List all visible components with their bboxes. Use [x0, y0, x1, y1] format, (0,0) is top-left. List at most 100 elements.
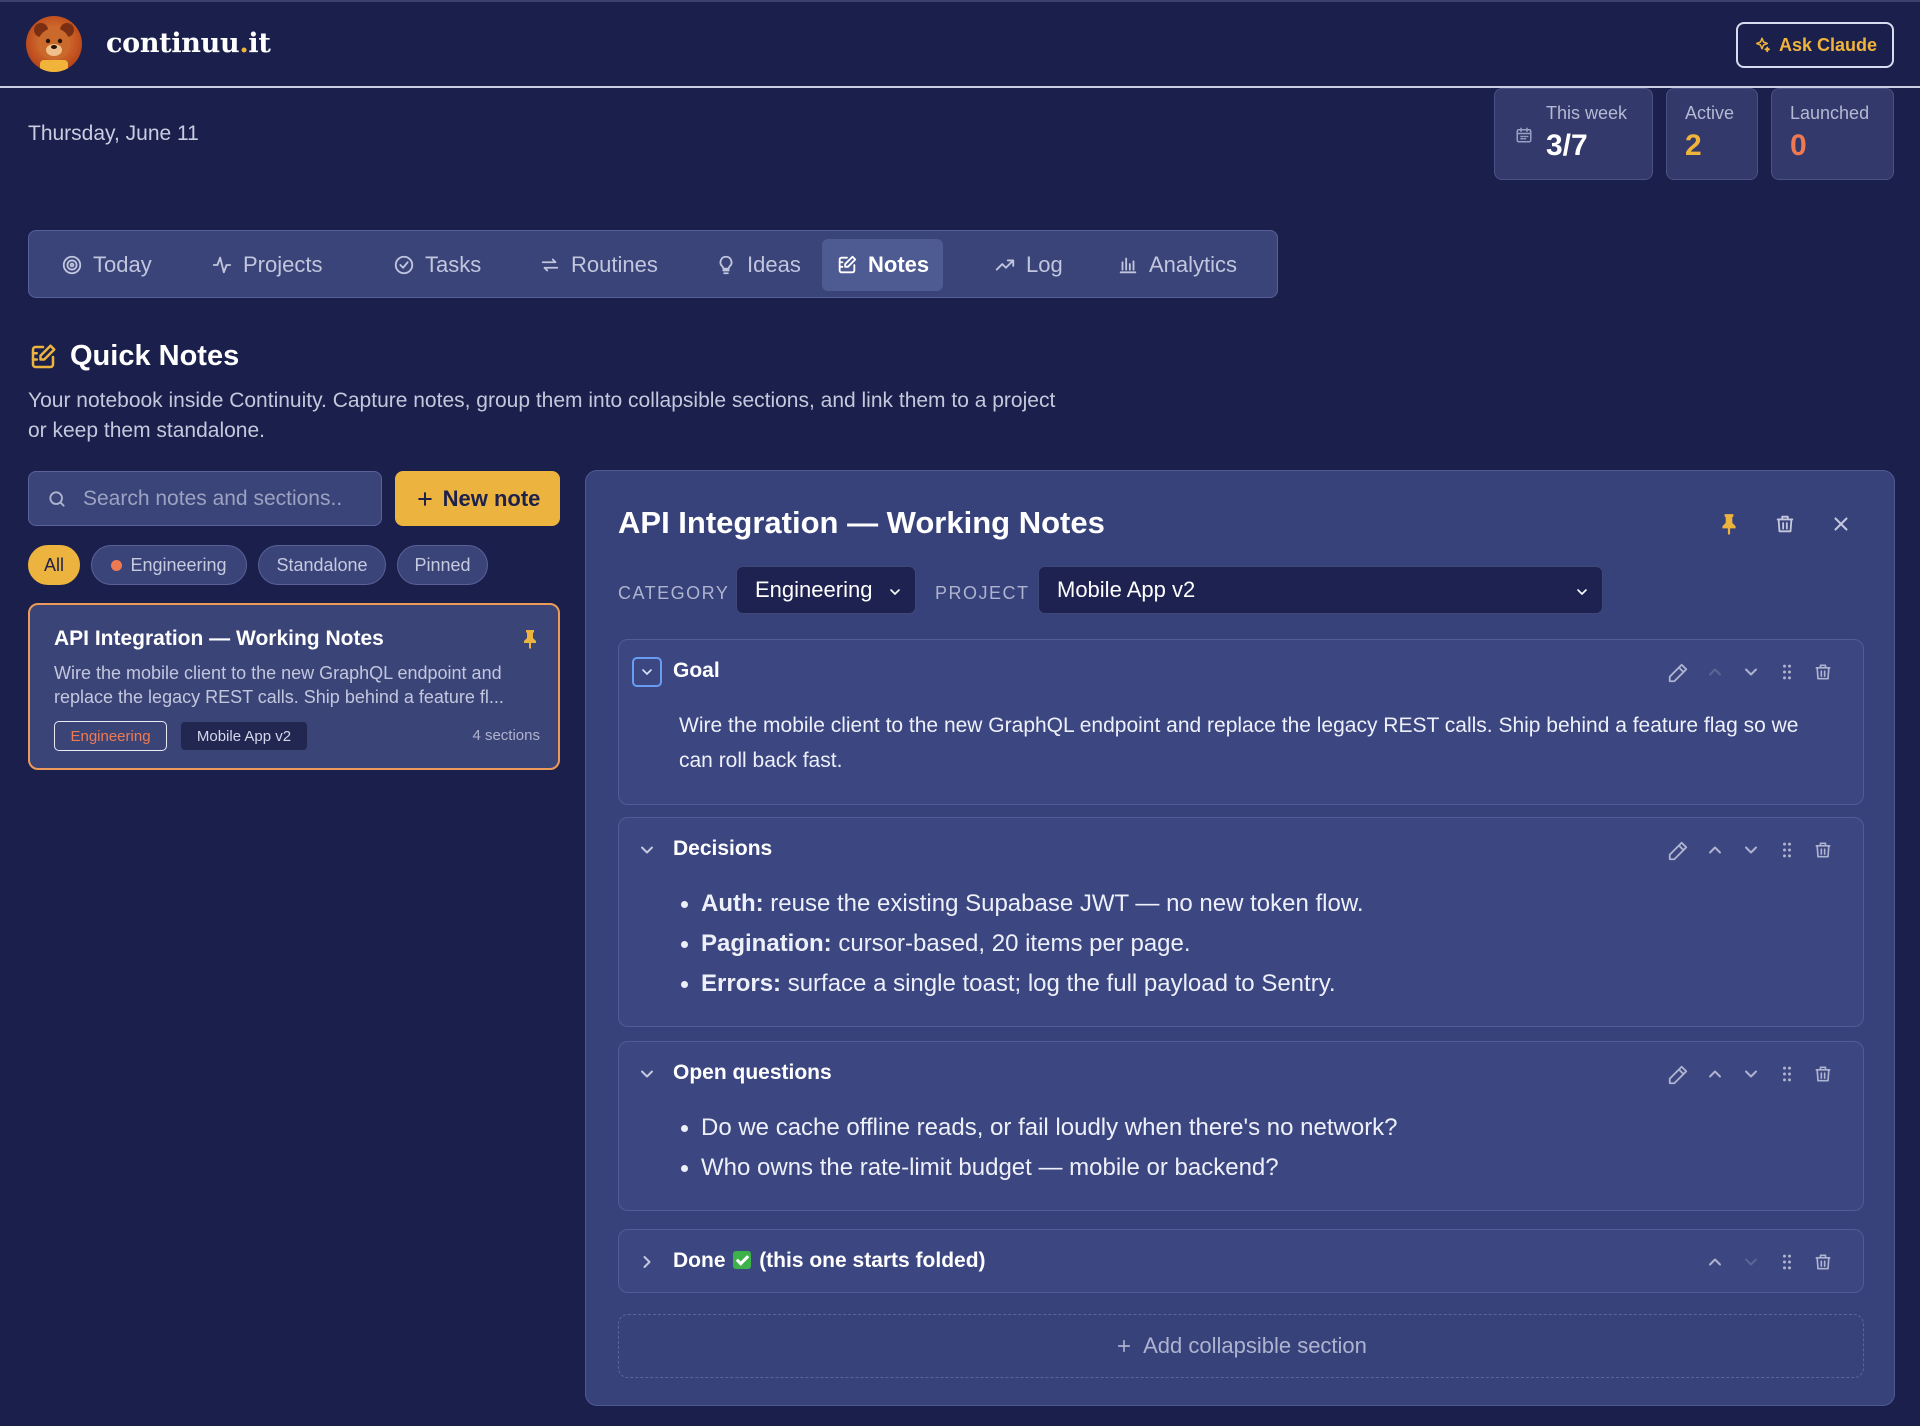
- chevron-right-icon[interactable]: [637, 1252, 657, 1272]
- trash-icon[interactable]: [1813, 662, 1833, 682]
- list-item: Errors: surface a single toast; log the …: [671, 964, 1821, 1004]
- tab-notes[interactable]: Notes: [822, 239, 944, 291]
- repeat-icon: [541, 258, 559, 272]
- section-body[interactable]: Do we cache offline reads, or fail loudl…: [671, 1108, 1821, 1188]
- add-section-button[interactable]: Add collapsible section: [618, 1314, 1864, 1378]
- collapse-toggle[interactable]: [632, 657, 662, 687]
- chevron-down-icon: [890, 589, 900, 595]
- note-card-title: API Integration — Working Notes: [54, 627, 384, 650]
- tab-label: Ideas: [747, 252, 801, 277]
- new-note-label: New note: [442, 485, 541, 511]
- item-text: surface a single toast; log the full pay…: [781, 970, 1336, 997]
- chevron-down-icon[interactable]: [1741, 1064, 1761, 1084]
- section-title-suffix: (this one starts folded): [759, 1249, 986, 1272]
- section-body[interactable]: Auth: reuse the existing Supabase JWT — …: [671, 884, 1821, 1004]
- search-box: [28, 471, 382, 526]
- plus-icon: [417, 491, 432, 506]
- project-select[interactable]: Mobile App v2: [1038, 566, 1603, 614]
- list-item: Pagination: cursor-based, 20 items per p…: [671, 924, 1821, 964]
- filter-all[interactable]: All: [28, 545, 80, 585]
- chevron-down-icon[interactable]: [637, 1064, 657, 1084]
- section-title[interactable]: Open questions: [673, 1061, 832, 1085]
- section-body[interactable]: Wire the mobile client to the new GraphQ…: [679, 708, 1829, 778]
- pin-icon[interactable]: [1720, 513, 1738, 535]
- edit-icon[interactable]: [1667, 840, 1689, 862]
- tab-today[interactable]: Today: [47, 239, 166, 291]
- note-card[interactable]: API Integration — Working Notes Wire the…: [28, 603, 560, 770]
- trending-icon: [995, 259, 1015, 271]
- chevron-down-icon[interactable]: [637, 840, 657, 860]
- tab-analytics[interactable]: Analytics: [1103, 239, 1251, 291]
- page-title: Quick Notes: [70, 340, 240, 372]
- stat-value: 0: [1790, 129, 1807, 162]
- tab-routines[interactable]: Routines: [525, 239, 672, 291]
- edit-icon[interactable]: [1667, 1064, 1689, 1086]
- section-open-questions: Open questions Do we cache offline reads…: [618, 1041, 1864, 1211]
- chevron-down-icon: [642, 669, 652, 675]
- tab-ideas[interactable]: Ideas: [701, 239, 815, 291]
- section-title[interactable]: Decisions: [673, 837, 772, 861]
- category-tag: Engineering: [54, 721, 167, 751]
- section-count: 4 sections: [472, 727, 540, 744]
- project-label: PROJECT: [935, 583, 1030, 603]
- calendar-icon: [1516, 127, 1532, 143]
- stat-value: 2: [1685, 129, 1702, 162]
- tab-tasks[interactable]: Tasks: [379, 239, 495, 291]
- list-item: Do we cache offline reads, or fail loudl…: [671, 1108, 1821, 1148]
- drag-handle-icon[interactable]: [1777, 1252, 1797, 1272]
- chevron-up-icon[interactable]: [1705, 1252, 1725, 1272]
- trash-icon[interactable]: [1813, 1064, 1833, 1084]
- filter-label: Standalone: [276, 554, 368, 575]
- stat-label: Launched: [1790, 103, 1870, 123]
- trash-icon[interactable]: [1813, 840, 1833, 860]
- plus-icon: [1118, 1339, 1131, 1353]
- drag-handle-icon[interactable]: [1777, 840, 1797, 860]
- target-icon: [62, 255, 82, 275]
- edit-note-icon: [31, 344, 56, 369]
- category-select[interactable]: Engineering: [736, 566, 916, 614]
- chevron-down-icon: [1745, 1258, 1757, 1266]
- filter-label: Engineering: [130, 554, 227, 575]
- section-title[interactable]: Goal: [673, 659, 720, 683]
- chevron-up-icon[interactable]: [1705, 1064, 1725, 1084]
- stat-label: This week: [1546, 103, 1628, 123]
- item-text: cursor-based, 20 items per page.: [831, 930, 1191, 957]
- search-input[interactable]: [83, 482, 373, 516]
- top-bar: continuu.it Ask Claude: [0, 0, 1920, 88]
- edit-icon[interactable]: [1667, 662, 1689, 684]
- note-title[interactable]: API Integration — Working Notes: [618, 505, 1105, 541]
- chevron-up-icon[interactable]: [1705, 840, 1725, 860]
- item-label: Errors:: [701, 970, 782, 997]
- tab-log[interactable]: Log: [980, 239, 1077, 291]
- section-goal: Goal Wire the mobile client to the new G…: [618, 639, 1864, 805]
- item-text: reuse the existing Supabase JWT — no new…: [763, 890, 1364, 917]
- section-title[interactable]: Done (this one starts folded): [673, 1249, 986, 1273]
- trash-icon[interactable]: [1813, 1252, 1833, 1272]
- pin-icon: [524, 630, 536, 649]
- drag-handle-icon[interactable]: [1777, 662, 1797, 682]
- category-dot: [111, 559, 123, 571]
- trash-icon[interactable]: [1774, 513, 1796, 535]
- category-value: Engineering: [755, 577, 873, 602]
- search-icon: [49, 491, 65, 507]
- edit-note-icon: [838, 255, 857, 274]
- ask-claude-button[interactable]: Ask Claude: [1736, 22, 1894, 68]
- drag-handle-icon[interactable]: [1777, 1064, 1797, 1084]
- tab-projects[interactable]: Projects: [197, 239, 336, 291]
- check-circle-icon: [394, 255, 414, 275]
- chevron-down-icon[interactable]: [1741, 840, 1761, 860]
- add-section-label: Add collapsible section: [1143, 1333, 1367, 1358]
- tab-label: Today: [93, 252, 152, 277]
- pulse-icon: [212, 256, 232, 274]
- filter-label: All: [43, 554, 64, 575]
- bear-logo-icon[interactable]: [26, 16, 82, 72]
- stat-value: 3/7: [1546, 129, 1588, 162]
- tab-label: Log: [1026, 252, 1063, 277]
- new-note-button[interactable]: New note: [395, 471, 560, 526]
- filter-standalone[interactable]: Standalone: [258, 545, 386, 585]
- filter-label: Pinned: [414, 554, 471, 575]
- close-icon[interactable]: [1830, 513, 1852, 535]
- filter-pinned[interactable]: Pinned: [397, 545, 488, 585]
- filter-engineering[interactable]: Engineering: [91, 545, 247, 585]
- chevron-down-icon[interactable]: [1741, 662, 1761, 682]
